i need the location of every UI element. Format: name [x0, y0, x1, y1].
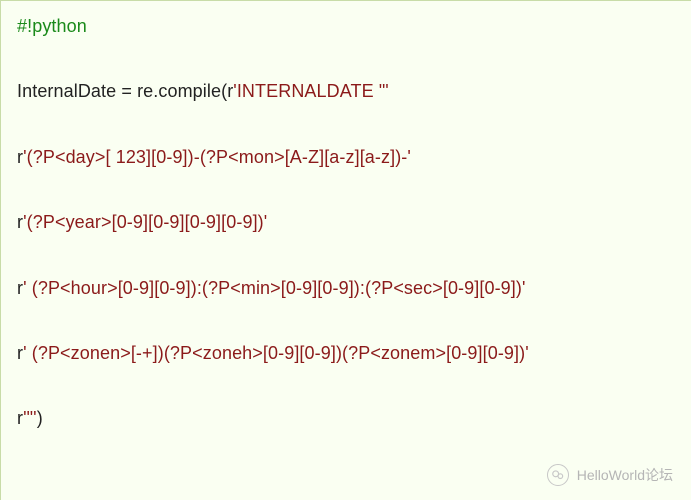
code-segment: '(?P<year>[0-9][0-9][0-9][0-9])': [23, 212, 267, 232]
code-segment: ): [37, 408, 43, 428]
code-line: #!python: [17, 15, 675, 38]
code-line: r'(?P<year>[0-9][0-9][0-9][0-9])': [17, 211, 675, 234]
code-line: r' (?P<zonen>[-+])(?P<zoneh>[0-9][0-9])(…: [17, 342, 675, 365]
code-segment: 'INTERNALDATE "': [233, 81, 389, 101]
code-block: #!python InternalDate = re.compile(r'INTE…: [0, 0, 691, 500]
code-segment: '"': [23, 408, 37, 428]
code-segment: InternalDate = re.compile(r: [17, 81, 233, 101]
code-line: r'(?P<day>[ 123][0-9])-(?P<mon>[A-Z][a-z…: [17, 146, 675, 169]
code-line: InternalDate = re.compile(r'INTERNALDATE…: [17, 80, 675, 103]
code-segment: #!python: [17, 16, 87, 36]
code-segment: ' (?P<hour>[0-9][0-9]):(?P<min>[0-9][0-9…: [23, 278, 525, 298]
wechat-icon: [547, 464, 569, 486]
code-segment: '(?P<day>[ 123][0-9])-(?P<mon>[A-Z][a-z]…: [23, 147, 411, 167]
code-segment: ' (?P<zonen>[-+])(?P<zoneh>[0-9][0-9])(?…: [23, 343, 529, 363]
watermark-text: HelloWorld论坛: [577, 465, 673, 485]
code-line: r' (?P<hour>[0-9][0-9]):(?P<min>[0-9][0-…: [17, 277, 675, 300]
watermark: HelloWorld论坛: [547, 464, 673, 486]
code-line: r'"'): [17, 407, 675, 430]
